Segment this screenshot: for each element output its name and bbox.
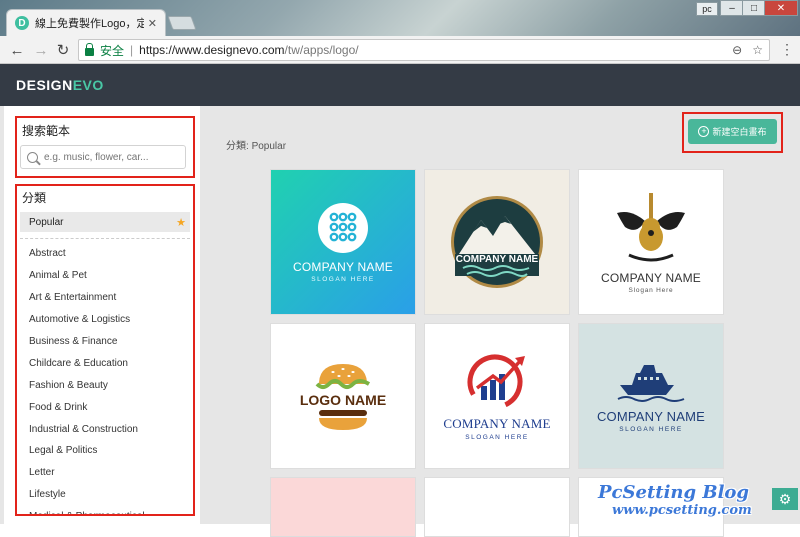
- template-slogan: SLOGAN HERE: [311, 275, 375, 283]
- sidebar: 搜索範本 分類 Popular ★ Abstract Animal & Pet …: [4, 106, 200, 524]
- mountain-icon: COMPANY NAME: [451, 196, 543, 288]
- watermark-title: PcSetting Blog: [598, 482, 749, 503]
- lock-icon: [85, 42, 94, 56]
- search-input[interactable]: [44, 151, 184, 163]
- app-header: DESIGNEVO: [0, 64, 800, 106]
- logo-accent-text: EVO: [72, 77, 104, 93]
- search-icon: [27, 151, 38, 163]
- new-canvas-highlight: + 新建空白畫布: [682, 112, 783, 153]
- reload-icon[interactable]: ↻: [54, 41, 72, 59]
- tab-close-icon[interactable]: ✕: [148, 17, 157, 30]
- url-path: /tw/apps/logo/: [284, 43, 359, 57]
- secure-label: 安全: [100, 43, 125, 58]
- category-item[interactable]: Childcare & Education: [20, 352, 190, 374]
- profile-button[interactable]: pc: [696, 2, 718, 16]
- template-name: COMPANY NAME: [293, 259, 393, 274]
- template-slogan: SLOGAN HERE: [465, 433, 529, 441]
- category-item[interactable]: Medical & Pharmaceutical: [20, 506, 190, 514]
- browser-tab[interactable]: D 線上免費製作Logo，定制 ✕: [6, 9, 166, 36]
- category-item[interactable]: Lifestyle: [20, 484, 190, 506]
- template-card[interactable]: COMPANY NAME SLOGAN HERE: [270, 169, 416, 315]
- address-bar[interactable]: 安全 | https://www.designevo.com/tw/apps/l…: [78, 39, 770, 61]
- mountain-logo-text: COMPANY NAME: [456, 254, 539, 265]
- browser-toolbar: ← → ↻ 安全 | https://www.designevo.com/tw/…: [0, 36, 800, 64]
- new-blank-canvas-button[interactable]: + 新建空白畫布: [688, 119, 777, 144]
- template-card[interactable]: [424, 477, 570, 537]
- template-card[interactable]: [270, 477, 416, 537]
- category-item[interactable]: Letter: [20, 462, 190, 484]
- category-prefix: 分類:: [226, 141, 252, 152]
- category-item[interactable]: Abstract: [20, 243, 190, 265]
- designevo-favicon-icon: D: [15, 16, 29, 30]
- category-item[interactable]: Fashion & Beauty: [20, 374, 190, 396]
- dots-circle-icon: [318, 202, 368, 253]
- template-card[interactable]: COMPANY NAME SLOGAN HERE: [424, 323, 570, 469]
- category-item-popular[interactable]: Popular ★: [20, 212, 190, 232]
- search-field[interactable]: [20, 145, 186, 169]
- template-name: LOGO NAME: [299, 392, 387, 408]
- new-canvas-label: 新建空白畫布: [712, 127, 767, 137]
- address-separator: |: [130, 43, 134, 57]
- plus-circle-icon: +: [698, 126, 710, 137]
- logo-main-text: DESIGN: [16, 77, 73, 93]
- template-card[interactable]: COMPANY NAME Slogan Here: [578, 169, 724, 315]
- tab-title: 線上免費製作Logo，定制: [35, 18, 144, 30]
- zoom-icon[interactable]: ⊖: [732, 43, 742, 57]
- category-value: Popular: [251, 141, 287, 152]
- main-area: 搜索範本 分類 Popular ★ Abstract Animal & Pet …: [0, 106, 800, 537]
- search-title: 搜索範本: [22, 124, 71, 138]
- browser-titlebar: D 線上免費製作Logo，定制 ✕ pc – □ ✕: [0, 0, 800, 36]
- settings-gear-icon[interactable]: ⚙: [772, 488, 798, 510]
- category-item[interactable]: Business & Finance: [20, 331, 190, 353]
- template-card[interactable]: COMPANY NAME: [424, 169, 570, 315]
- url-host: https://www.designevo.com: [139, 43, 285, 57]
- template-name: COMPANY NAME: [443, 415, 551, 431]
- template-slogan: SLOGAN HERE: [619, 426, 683, 433]
- close-window-button[interactable]: ✕: [764, 0, 798, 16]
- watermark-url: www.pcsetting.com: [612, 503, 752, 518]
- growth-chart-icon: [467, 354, 525, 409]
- burger-icon: [315, 364, 371, 389]
- template-slogan: Slogan Here: [628, 286, 674, 294]
- category-item[interactable]: Art & Entertainment: [20, 287, 190, 309]
- template-gallery: 分類: Popular + 新建空白畫布 COMPANY NAME SLOGAN…: [200, 106, 800, 537]
- template-card[interactable]: LOGO NAME: [270, 323, 416, 469]
- winged-guitar-icon: [617, 192, 685, 261]
- new-tab-button[interactable]: [167, 16, 197, 30]
- current-category: 分類: Popular: [226, 137, 286, 152]
- cruise-ship-icon: [617, 365, 685, 402]
- category-item[interactable]: Legal & Politics: [20, 440, 190, 462]
- category-label: Popular: [29, 216, 64, 228]
- search-section: 搜索範本: [15, 116, 195, 178]
- template-card[interactable]: COMPANY NAME SLOGAN HERE: [578, 323, 724, 469]
- browser-menu-icon[interactable]: ⋮: [780, 41, 794, 58]
- burger-bottom-icon: [319, 410, 367, 430]
- star-icon: ★: [176, 216, 186, 229]
- category-item[interactable]: Animal & Pet: [20, 265, 190, 287]
- template-name: COMPANY NAME: [596, 409, 706, 424]
- category-item[interactable]: Automotive & Logistics: [20, 309, 190, 331]
- category-item[interactable]: Food & Drink: [20, 396, 190, 418]
- category-divider: [20, 238, 190, 239]
- category-item[interactable]: Industrial & Construction: [20, 418, 190, 440]
- back-arrow-icon[interactable]: ←: [8, 41, 26, 59]
- designevo-logo[interactable]: DESIGNEVO: [16, 77, 104, 93]
- categories-section: 分類 Popular ★ Abstract Animal & Pet Art &…: [15, 184, 195, 516]
- categories-title: 分類: [22, 191, 47, 205]
- template-name: COMPANY NAME: [601, 270, 701, 285]
- bookmark-star-icon[interactable]: ☆: [752, 43, 763, 57]
- minimize-button[interactable]: –: [720, 0, 744, 16]
- forward-arrow-icon[interactable]: →: [32, 41, 50, 59]
- watermark: PcSetting Blog www.pcsetting.com: [598, 482, 752, 518]
- maximize-button[interactable]: □: [742, 0, 766, 16]
